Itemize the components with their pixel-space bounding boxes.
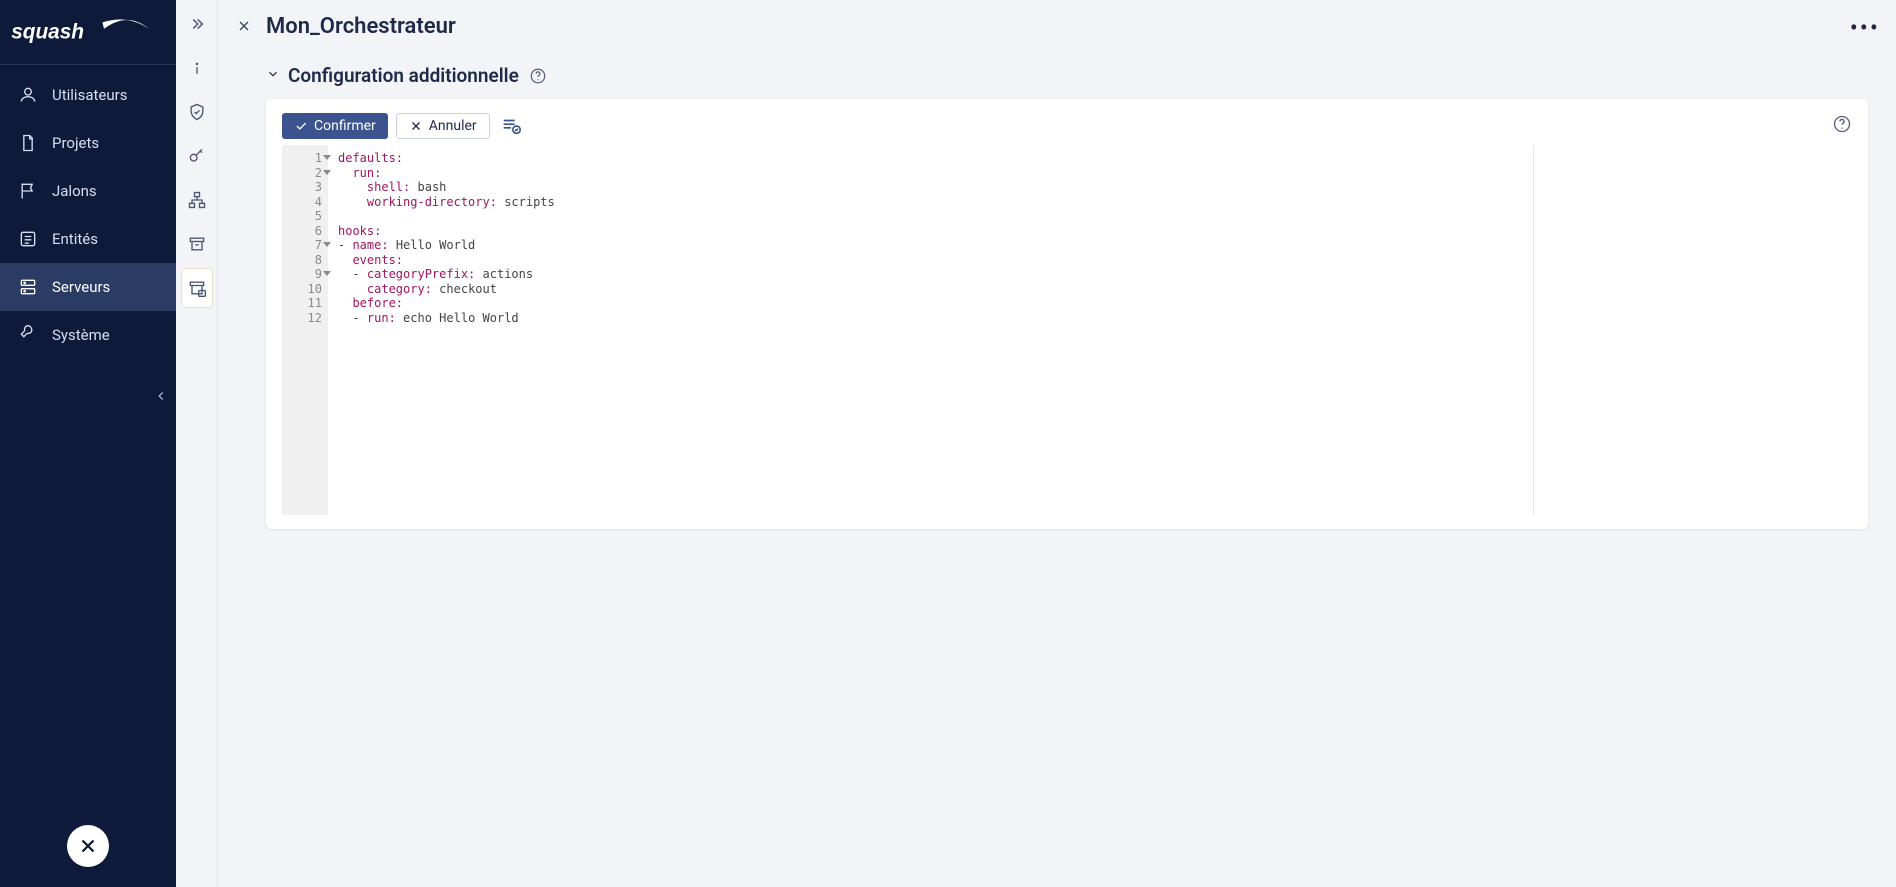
section-title: Configuration additionnelle: [288, 64, 519, 87]
sidebar-item-projects[interactable]: Projets: [0, 119, 176, 167]
cancel-button-label: Annuler: [429, 118, 477, 134]
editor-card: Confirmer Annuler 123456789101112 defaul…: [266, 99, 1868, 529]
editor-right-panel: [1534, 145, 1852, 515]
sidebar: squash Utilisateurs Projets Jalons Entit…: [0, 0, 176, 887]
cancel-button[interactable]: Annuler: [396, 113, 490, 139]
confirm-button-label: Confirmer: [314, 118, 376, 134]
titlebar: Mon_Orchestrateur •••: [218, 0, 1896, 52]
editor-gutter: 123456789101112: [282, 145, 328, 515]
sidebar-item-label: Utilisateurs: [52, 86, 127, 104]
shield-icon[interactable]: [181, 92, 213, 132]
sidebar-nav: Utilisateurs Projets Jalons Entités Serv…: [0, 71, 176, 359]
svg-text:squash: squash: [11, 20, 84, 43]
editor-toolbar: Confirmer Annuler: [282, 113, 1852, 139]
sidebar-item-label: Serveurs: [52, 278, 110, 296]
sidebar-item-label: Jalons: [52, 182, 97, 200]
sidebar-item-system[interactable]: Système: [0, 311, 176, 359]
sidebar-item-users[interactable]: Utilisateurs: [0, 71, 176, 119]
more-actions-button[interactable]: •••: [1850, 14, 1880, 42]
close-page-button[interactable]: [232, 14, 256, 38]
brand-logo: squash: [0, 0, 176, 65]
editor-help-icon[interactable]: [1832, 114, 1852, 138]
server-archive-icon[interactable]: [181, 268, 213, 308]
main-content: Mon_Orchestrateur ••• Configuration addi…: [218, 0, 1896, 887]
help-icon[interactable]: [529, 67, 547, 85]
yaml-editor[interactable]: 123456789101112 defaults: run: shell: ba…: [282, 145, 1852, 515]
page-title: Mon_Orchestrateur: [266, 14, 456, 39]
collapse-sidebar-button[interactable]: [154, 388, 168, 407]
editor-code[interactable]: defaults: run: shell: bash working-direc…: [328, 145, 1534, 515]
key-icon[interactable]: [181, 136, 213, 176]
sidebar-item-entities[interactable]: Entités: [0, 215, 176, 263]
archive-icon[interactable]: [181, 224, 213, 264]
sidebar-item-milestones[interactable]: Jalons: [0, 167, 176, 215]
sidebar-item-label: Projets: [52, 134, 99, 152]
hierarchy-icon[interactable]: [181, 180, 213, 220]
sidebar-item-servers[interactable]: Serveurs: [0, 263, 176, 311]
validate-config-button[interactable]: [500, 115, 522, 137]
sidebar-item-label: Système: [52, 326, 110, 344]
expand-iconbar-button[interactable]: [181, 8, 213, 40]
chevron-down-icon[interactable]: [266, 66, 280, 85]
sidebar-item-label: Entités: [52, 230, 98, 248]
info-icon[interactable]: [181, 48, 213, 88]
section-header: Configuration additionnelle: [266, 64, 1868, 87]
iconbar: [176, 0, 218, 887]
close-button[interactable]: [67, 825, 109, 867]
confirm-button[interactable]: Confirmer: [282, 113, 388, 139]
